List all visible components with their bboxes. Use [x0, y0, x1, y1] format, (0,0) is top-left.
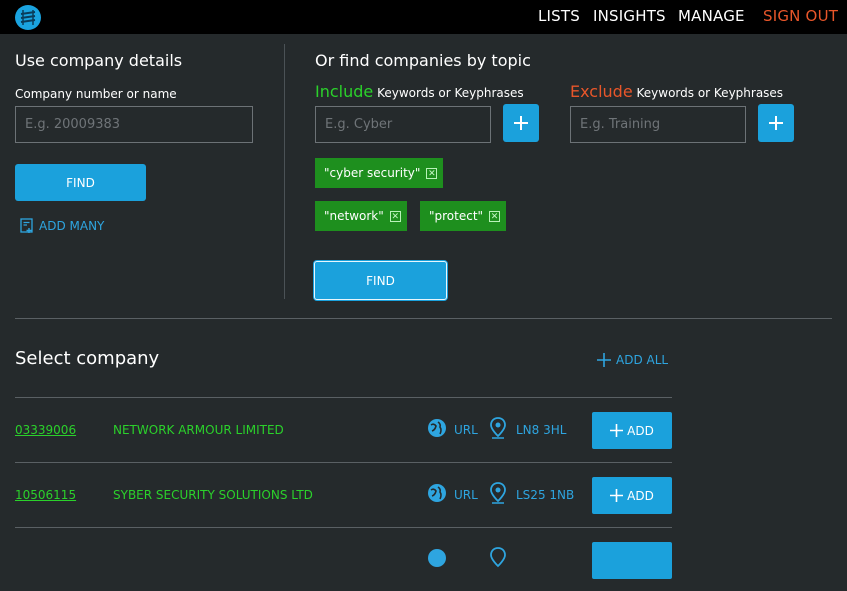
company-row: 03339006 NETWORK ARMOUR LIMITED URL LN8 … [15, 397, 672, 461]
keyword-chip: "network" ✕ [315, 201, 407, 231]
add-include-button[interactable] [503, 104, 539, 142]
nav-sign-out[interactable]: SIGN OUT [763, 7, 838, 25]
topic-search-title: Or find companies by topic [315, 51, 531, 70]
nav-manage[interactable]: MANAGE [678, 7, 745, 25]
company-name: SYBER SECURITY SOLUTIONS LTD [113, 488, 313, 502]
company-number-link[interactable]: 03339006 [15, 423, 76, 437]
company-field-label: Company number or name [15, 87, 177, 101]
company-details-title: Use company details [15, 51, 183, 70]
plus-icon [769, 116, 783, 130]
globe-icon [428, 549, 446, 567]
globe-icon [428, 419, 446, 437]
company-postcode: LN8 3HL [516, 423, 567, 437]
add-many-icon [20, 218, 33, 233]
include-label: Include Keywords or Keyphrases [315, 82, 524, 101]
exclude-label: Exclude Keywords or Keyphrases [570, 82, 783, 101]
map-pin-icon [490, 417, 506, 439]
chip-label: "cyber security" [324, 166, 421, 180]
add-company-button[interactable]: ADD [592, 477, 672, 514]
add-company-button[interactable] [592, 542, 672, 579]
map-pin-icon [490, 547, 506, 568]
exclude-label-rest: Keywords or Keyphrases [632, 86, 784, 100]
find-company-button[interactable]: FIND [15, 164, 146, 201]
chip-label: "protect" [429, 209, 484, 223]
add-company-button[interactable]: ADD [592, 412, 672, 449]
plus-icon [610, 489, 624, 502]
section-divider [15, 318, 832, 319]
add-all-button[interactable]: ADD ALL [597, 353, 668, 367]
plus-icon [514, 116, 528, 130]
logo-icon[interactable] [14, 4, 42, 31]
chip-label: "network" [324, 209, 384, 223]
plus-icon [610, 424, 624, 437]
add-many-label: ADD MANY [39, 219, 105, 233]
add-many-button[interactable]: ADD MANY [20, 218, 104, 234]
add-exclude-button[interactable] [758, 104, 794, 142]
keyword-chip: "cyber security" ✕ [315, 158, 444, 188]
row-separator [15, 527, 672, 528]
close-icon[interactable]: ✕ [426, 167, 438, 179]
include-label-rest: Keywords or Keyphrases [373, 86, 524, 100]
exclude-word: Exclude [570, 82, 633, 101]
include-keyword-input[interactable] [315, 106, 491, 143]
row-separator [15, 462, 672, 463]
company-row [15, 527, 672, 591]
find-by-topic-button[interactable]: FIND [314, 261, 447, 300]
globe-icon [428, 484, 446, 502]
add-label: ADD [627, 423, 654, 438]
company-number-input[interactable] [15, 106, 253, 143]
close-icon[interactable]: ✕ [389, 210, 401, 222]
add-all-label: ADD ALL [616, 353, 669, 367]
exclude-keyword-input[interactable] [570, 106, 746, 143]
company-url-link[interactable]: URL [454, 423, 478, 437]
panel-divider [284, 44, 285, 299]
plus-icon [597, 353, 611, 367]
nav-lists[interactable]: LISTS [538, 7, 580, 25]
top-bar: LISTS INSIGHTS MANAGE SIGN OUT [0, 0, 847, 34]
keyword-chip: "protect" ✕ [420, 201, 507, 231]
company-name: NETWORK ARMOUR LIMITED [113, 423, 284, 437]
add-label: ADD [627, 488, 654, 503]
nav-insights[interactable]: INSIGHTS [593, 7, 666, 25]
company-postcode: LS25 1NB [516, 488, 575, 502]
select-company-title: Select company [15, 348, 160, 369]
company-url-link[interactable]: URL [454, 488, 478, 502]
row-separator [15, 397, 672, 398]
company-number-link[interactable]: 10506115 [15, 488, 76, 502]
close-icon[interactable]: ✕ [489, 210, 501, 222]
company-row: 10506115 SYBER SECURITY SOLUTIONS LTD UR… [15, 462, 672, 526]
include-word: Include [315, 82, 374, 101]
map-pin-icon [490, 482, 506, 504]
